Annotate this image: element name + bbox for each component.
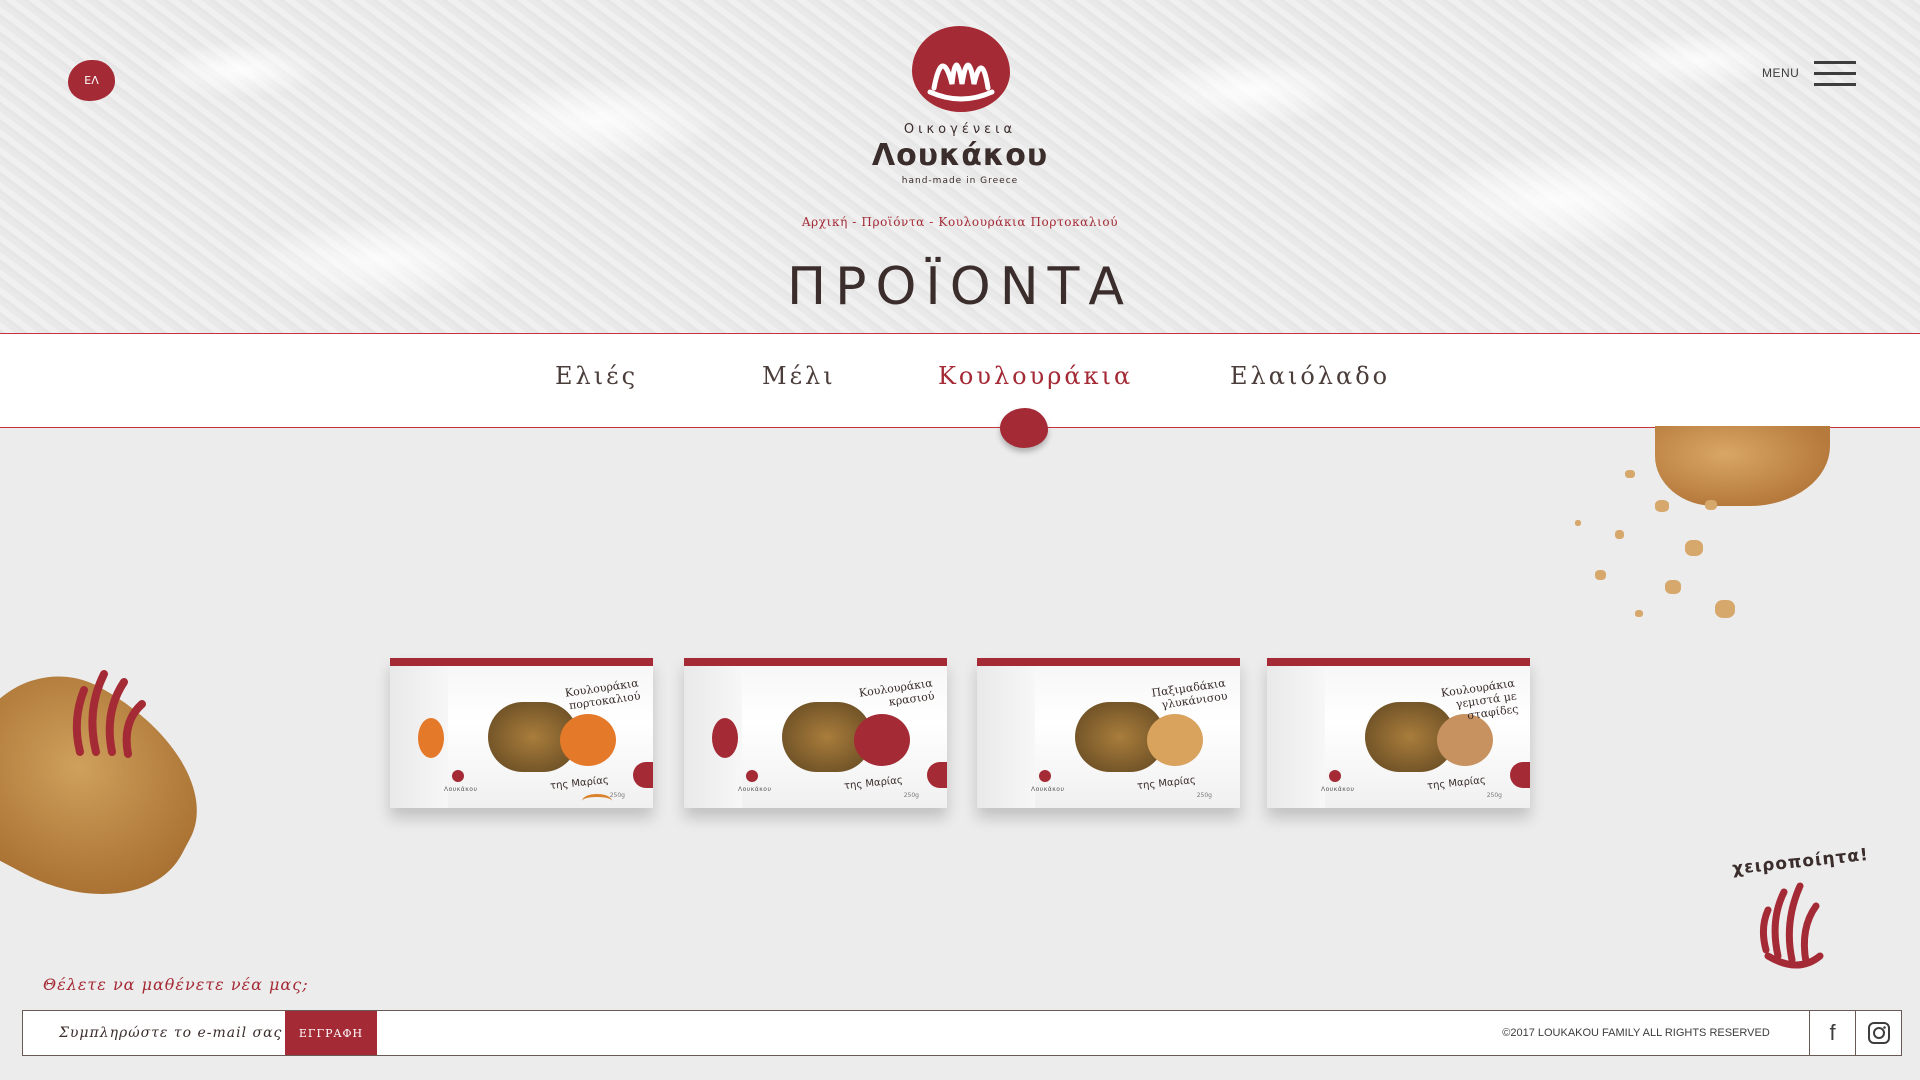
- newsletter-title: Θέλετε να μαθένετε νέα μας;: [43, 975, 309, 994]
- product-name: Παξιμαδάκια γλυκάνισου: [1150, 676, 1229, 712]
- subscribe-button[interactable]: ΕΓΓΡΑΦΗ: [285, 1011, 377, 1055]
- category-tab-olive-oil[interactable]: Ελαιόλαδο: [1230, 362, 1390, 390]
- product-box-image: Κουλουράκια πορτοκαλιού της Μαρίας Λουκά…: [390, 658, 653, 808]
- orange-icon: [560, 714, 616, 766]
- product-box-image: Κουλουράκια γεμιστά με σταφίδες της Μαρί…: [1267, 658, 1530, 808]
- breadcrumb-separator: -: [847, 215, 862, 229]
- facebook-glyph: f: [1829, 1020, 1836, 1045]
- hand-logo-icon: [66, 660, 156, 760]
- anise-star-icon: [1147, 714, 1203, 766]
- category-tab-honey[interactable]: Μέλι: [762, 362, 836, 390]
- breadcrumb-home[interactable]: Αρχική: [802, 215, 848, 229]
- product-card[interactable]: Παξιμαδάκια γλυκάνισου της Μαρίας Λουκάκ…: [977, 658, 1240, 828]
- logo-subtitle: Οικογένεια: [903, 122, 1017, 137]
- product-maria-label: της Μαρίας: [843, 774, 904, 793]
- product-name: Κουλουράκια γεμιστά με σταφίδες: [1440, 676, 1520, 723]
- header: ΕΛ Οικογένεια Λουκάκου hand-made in Gree…: [0, 0, 1920, 334]
- product-maria-label: της Μαρίας: [1426, 774, 1487, 793]
- product-weight: 250g: [1486, 792, 1502, 799]
- instagram-icon[interactable]: [1855, 1011, 1901, 1055]
- copyright-text: ©2017 LOUKAKOU FAMILY ALL RIGHTS RESERVE…: [1502, 1027, 1770, 1039]
- product-weight: 250g: [903, 792, 919, 799]
- product-name: Κουλουράκια πορτοκαλιού: [564, 676, 642, 713]
- product-box-image: Κουλουράκια κρασιού της Μαρίας Λουκάκου …: [684, 658, 947, 808]
- language-switch-button[interactable]: ΕΛ: [68, 60, 115, 101]
- active-category-indicator: [1000, 408, 1048, 448]
- product-box-image: Παξιμαδάκια γλυκάνισου της Μαρίας Λουκάκ…: [977, 658, 1240, 808]
- hand-logo-icon: [1758, 870, 1838, 970]
- facebook-icon[interactable]: f: [1809, 1011, 1855, 1055]
- category-tab-koulourakia[interactable]: Κουλουράκια: [938, 362, 1133, 390]
- product-maria-label: της Μαρίας: [549, 774, 610, 793]
- category-tab-olives[interactable]: Ελιές: [555, 362, 638, 390]
- breadcrumb-current: Κουλουράκια Πορτοκαλιού: [938, 215, 1119, 229]
- site-logo[interactable]: Οικογένεια Λουκάκου hand-made in Greece: [868, 26, 1052, 190]
- product-card[interactable]: Κουλουράκια πορτοκαλιού της Μαρίας Λουκά…: [390, 658, 653, 828]
- page-title: ΠΡΟΪΟΝΤΑ: [787, 257, 1133, 317]
- product-card[interactable]: Κουλουράκια γεμιστά με σταφίδες της Μαρί…: [1267, 658, 1530, 828]
- footer-bar: ΕΓΓΡΑΦΗ ©2017 LOUKAKOU FAMILY ALL RIGHTS…: [22, 1010, 1902, 1056]
- logo-mark-icon: [912, 26, 1010, 112]
- product-brand: Λουκάκου: [738, 786, 772, 793]
- grape-icon: [854, 714, 910, 766]
- product-brand: Λουκάκου: [444, 786, 478, 793]
- category-nav: Ελιές Μέλι Κουλουράκια Ελαιόλαδο: [0, 334, 1920, 448]
- product-brand: Λουκάκου: [1321, 786, 1355, 793]
- product-maria-label: της Μαρίας: [1136, 774, 1197, 793]
- product-brand: Λουκάκου: [1031, 786, 1065, 793]
- logo-name: Λουκάκου: [871, 138, 1049, 173]
- newsletter-email-input[interactable]: [23, 1011, 285, 1055]
- orange-icon: [418, 718, 444, 758]
- logo-tagline: hand-made in Greece: [901, 176, 1019, 186]
- product-name: Κουλουράκια κρασιού: [858, 676, 936, 709]
- product-weight: 250g: [609, 792, 625, 799]
- breadcrumb-products[interactable]: Προϊόντα: [861, 215, 925, 229]
- product-card[interactable]: Κουλουράκια κρασιού της Μαρίας Λουκάκου …: [684, 658, 947, 828]
- breadcrumb: Αρχική - Προϊόντα - Κουλουράκια Πορτοκαλ…: [0, 215, 1920, 229]
- cookie-crumbs-image: [1555, 440, 1755, 630]
- grape-icon: [712, 718, 738, 758]
- menu-label[interactable]: MENU: [1762, 66, 1799, 80]
- hamburger-menu-icon[interactable]: [1814, 61, 1856, 87]
- breadcrumb-separator: -: [924, 215, 939, 229]
- product-weight: 250g: [1196, 792, 1212, 799]
